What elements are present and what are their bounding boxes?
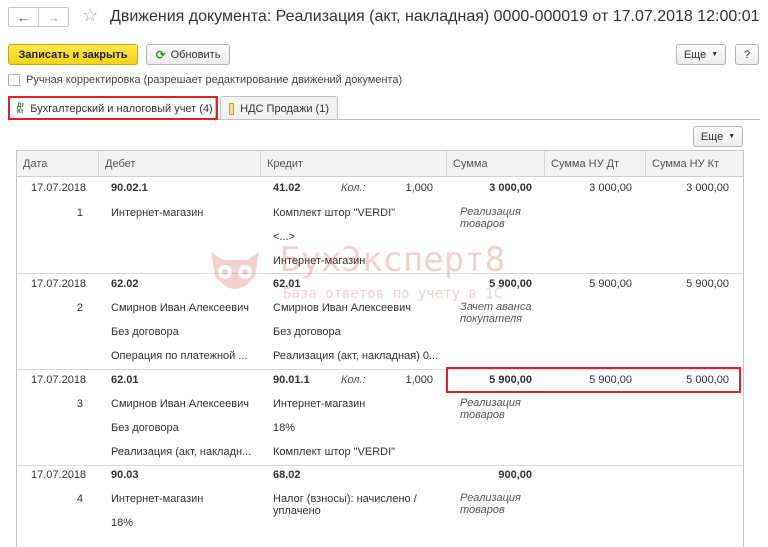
sum-value: 3 000,00 [489,182,532,194]
debit-subconto: Смирнов Иван Алексеевич [111,302,249,314]
sum-nu-dt: 5 900,00 [589,278,632,290]
qty-label: Кол.: [341,182,366,194]
sum-nu-dt: 5 900,00 [589,374,632,386]
record-date: 17.07.2018 [31,182,87,194]
refresh-label: Обновить [170,48,221,61]
debit-subconto: Без договора [111,326,179,338]
row-separator [17,273,743,274]
content-text: Реализация товаров [460,492,521,516]
credit-account: 62.01 [273,278,301,290]
chevron-down-icon: ▼ [728,133,736,140]
col-debit[interactable]: Дебет [98,151,260,177]
nav-buttons: ← → [8,7,69,27]
debit-subconto: Реализация (акт, накладн... [111,446,252,458]
sum-value: 5 900,00 [489,278,532,290]
forward-arrow-icon[interactable]: → [38,8,68,26]
credit-subconto: Интернет-магазин [273,255,366,267]
manual-edit-label[interactable]: Ручная корректировка (разрешает редактир… [26,74,402,86]
window-title: Движения документа: Реализация (акт, нак… [110,8,760,25]
sum-nu-kt: 3 000,00 [686,182,729,194]
credit-subconto: Комплект штор "VERDI" [273,207,396,219]
manual-edit-row: Ручная корректировка (разрешает редактир… [8,74,402,86]
debit-subconto: Операция по платежной ... [111,350,248,362]
credit-subconto: Комплект штор "VERDI" [273,446,396,458]
credit-subconto: Интернет-магазин [273,398,366,410]
record-date: 17.07.2018 [31,469,87,481]
refresh-icon: ⟳ [155,47,166,62]
record-number: 1 [76,207,83,219]
col-date[interactable]: Дата [17,151,98,177]
debit-account: 90.03 [111,469,139,481]
grid-more-button[interactable]: Еще ▼ [693,126,743,147]
sum-value: 5 900,00 [489,374,532,386]
record-number: 3 [76,398,83,410]
sum-nu-dt: 3 000,00 [589,182,632,194]
row-separator [17,465,743,466]
credit-subconto: <...> [273,231,296,243]
postings-table[interactable]: Дата Дебет Кредит Сумма Сумма НУ Дт Сумм… [16,150,744,547]
col-sum-nu-dt[interactable]: Сумма НУ Дт [544,151,645,177]
sum-nu-kt: 5 900,00 [686,278,729,290]
manual-edit-checkbox[interactable] [8,74,20,86]
save-and-close-button[interactable]: Записать и закрыть [8,44,138,65]
tab-vat-sales-label: НДС Продажи (1) [240,102,329,115]
content-text: Реализация товаров [460,397,521,421]
credit-account: 68.02 [273,469,301,481]
tab-accounting-label: Бухгалтерский и налоговый учет (4) [30,103,213,115]
credit-subconto: Реализация (акт, накладная) 0... [273,350,439,362]
record-number: 2 [76,302,83,314]
grid-more-label: Еще [700,130,724,143]
tab-divider [8,119,760,120]
debit-account: 62.02 [111,278,139,290]
help-button[interactable]: ? [735,44,759,65]
record-date: 17.07.2018 [31,374,87,386]
qty-value: 1,000 [405,374,433,386]
credit-account: 90.01.1 [273,374,310,386]
credit-subconto: Смирнов Иван Алексеевич [273,302,411,314]
debit-subconto: 18% [111,517,134,529]
title-bar: ← → ☆ Движения документа: Реализация (ак… [0,0,768,38]
debit-account: 62.01 [111,374,139,386]
back-arrow-icon[interactable]: ← [9,8,38,26]
dt-kt-icon: Дт Кт [17,103,25,115]
favorite-star-icon[interactable]: ☆ [82,5,98,26]
credit-account: 41.02 [273,182,301,194]
tab-accounting[interactable]: Дт Кт Бухгалтерский и налоговый учет (4) [8,96,216,121]
record-number: 4 [76,493,83,505]
credit-subconto: Без договора [273,326,341,338]
register-icon [229,102,235,115]
col-sum-nu-kt[interactable]: Сумма НУ Кт [645,151,743,177]
debit-subconto: Интернет-магазин [111,207,204,219]
chevron-down-icon: ▼ [711,51,719,58]
more-label: Еще [683,48,707,61]
qty-label: Кол.: [341,374,366,386]
col-credit[interactable]: Кредит [260,151,446,177]
qty-value: 1,000 [405,182,433,194]
more-button[interactable]: Еще ▼ [676,44,726,65]
table-header: Дата Дебет Кредит Сумма Сумма НУ Дт Сумм… [17,151,743,177]
debit-account: 90.02.1 [111,182,148,194]
sum-nu-kt: 5 000,00 [686,374,729,386]
refresh-button[interactable]: ⟳ Обновить [146,44,230,65]
row-separator [17,369,743,370]
record-date: 17.07.2018 [31,278,87,290]
debit-subconto: Смирнов Иван Алексеевич [111,398,249,410]
col-sum[interactable]: Сумма [446,151,544,177]
debit-subconto: Без договора [111,422,179,434]
content-text: Зачет аванса покупателя [460,301,532,325]
debit-subconto: Интернет-магазин [111,493,204,505]
credit-subconto: 18% [273,422,296,434]
sum-value: 900,00 [498,469,532,481]
credit-subconto: Налог (взносы): начислено / уплачено [273,493,417,517]
content-text: Реализация товаров [460,206,521,230]
tab-vat-sales[interactable]: НДС Продажи (1) [220,96,338,120]
